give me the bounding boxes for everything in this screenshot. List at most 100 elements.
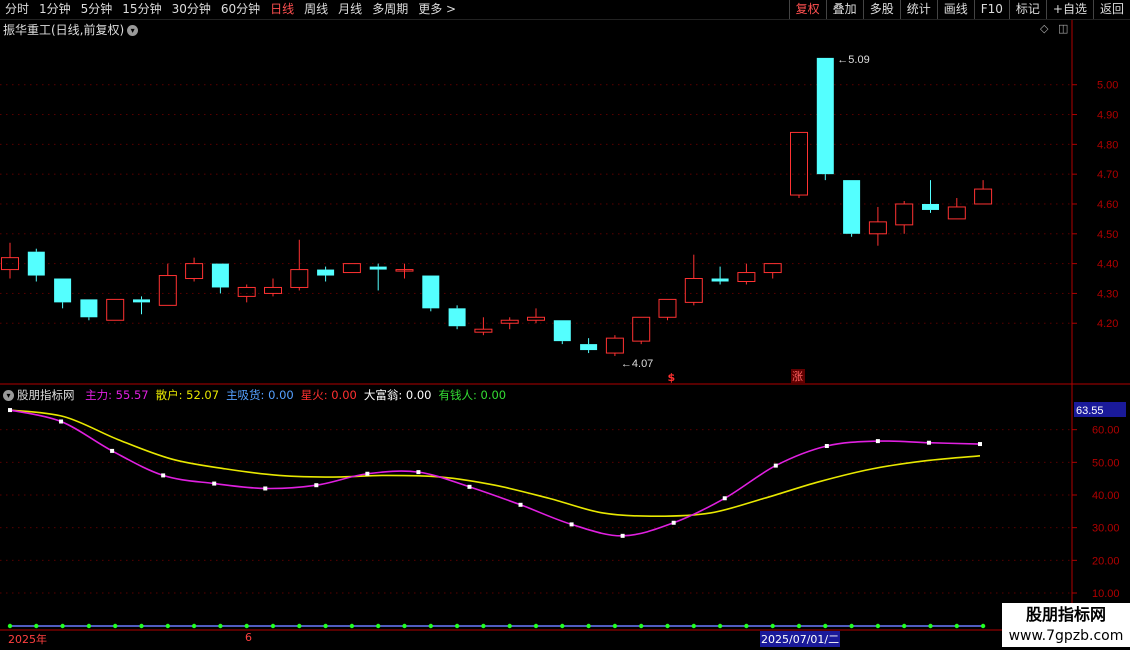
watermark-title: 股朋指标网	[1025, 605, 1106, 624]
signal-dollar: $	[668, 371, 676, 384]
signal-dot	[270, 623, 276, 629]
watermark-url: www.7gpzb.com	[1008, 628, 1124, 644]
signal-dot	[481, 623, 486, 629]
period-tab-10[interactable]: 更多 >	[413, 0, 461, 19]
candle-body	[317, 269, 335, 276]
main-force-point	[314, 483, 319, 488]
main-force-point	[926, 440, 931, 445]
main-force-point	[8, 408, 12, 413]
candle-body	[843, 180, 861, 234]
ind-tick-label: 10.00	[1092, 588, 1120, 600]
main-force-point	[620, 533, 625, 538]
action-button-5[interactable]: F10	[973, 0, 1009, 19]
signal-dot	[770, 623, 775, 629]
main-force-point	[59, 419, 64, 424]
candle-body	[632, 316, 651, 342]
site-watermark: 股朋指标网 www.7gpzb.com	[1002, 603, 1130, 647]
price-tick-label: 4.40	[1097, 259, 1118, 271]
signal-dot	[86, 623, 92, 629]
date-cursor: 2025/07/01/二	[760, 631, 841, 647]
price-tick-label: 5.00	[1097, 80, 1118, 92]
diamond-icon[interactable]: ◇	[1040, 22, 1048, 35]
candle-body	[500, 319, 519, 324]
price-tick-label: 4.70	[1097, 169, 1118, 181]
current-value: 63.55	[1076, 405, 1104, 417]
signal-dot	[612, 623, 618, 629]
indicator-param-1: 散户: 52.07	[155, 388, 220, 402]
period-tab-0[interactable]: 分时	[0, 0, 34, 19]
signal-dot	[691, 623, 696, 629]
kline-chart[interactable]: 5.00 4.90 4.80 4.70 4.60 4.50 4.40 4.30 4.20 ←5.0…	[0, 0, 1130, 650]
candle-body	[580, 344, 598, 351]
chart-title[interactable]: 振华重工(日线,前复权) ▾	[3, 21, 139, 38]
indicator-name: 股朋指标网	[17, 388, 75, 402]
price-tick-label: 4.50	[1097, 229, 1118, 241]
indicator-param-5: 有钱人: 0.00	[438, 388, 507, 402]
price-tick-label: 4.80	[1097, 139, 1118, 151]
action-button-1[interactable]: 叠加	[825, 0, 863, 19]
period-tab-7[interactable]: 周线	[299, 0, 333, 19]
panel-toggle-icon[interactable]: ◫	[1058, 22, 1068, 35]
period-tab-9[interactable]: 多周期	[367, 0, 413, 19]
main-force-point	[416, 470, 421, 475]
signal-dot	[639, 623, 644, 629]
period-tab-6[interactable]: 日线	[265, 0, 299, 19]
signal-dot	[376, 623, 381, 629]
action-button-4[interactable]: 画线	[936, 0, 974, 19]
min-price-label: ←4.07	[621, 358, 653, 370]
main-force-point	[161, 473, 166, 478]
period-tabs: 分时 1分钟 5分钟 15分钟 30分钟 60分钟 日线 周线 月线 多周期 更多 >	[0, 0, 461, 19]
main-force-point	[773, 463, 778, 468]
signal-dot	[902, 623, 907, 629]
signal-dot	[875, 623, 881, 629]
candle-body	[527, 316, 545, 321]
candle-body	[80, 299, 98, 318]
candle-body	[553, 320, 571, 342]
ind-tick-label: 60.00	[1092, 425, 1120, 437]
signal-dot	[586, 623, 591, 629]
action-button-3[interactable]: 统计	[899, 0, 937, 19]
candle-body	[448, 308, 466, 327]
indicator-param-4: 大富翁: 0.00	[363, 388, 432, 402]
main-force-point	[518, 502, 523, 507]
main-force-point	[978, 442, 982, 447]
signal-dot	[218, 623, 223, 629]
action-button-6[interactable]: 标记	[1008, 0, 1046, 19]
date-axis: 2025年 6 2025/07/01/二	[0, 631, 1002, 650]
price-tick-label: 4.30	[1097, 288, 1118, 300]
signal-dot	[796, 623, 802, 629]
signal-dot	[349, 623, 355, 629]
action-button-8[interactable]: 返回	[1092, 0, 1130, 19]
period-tab-5[interactable]: 60分钟	[216, 0, 265, 19]
period-tab-1[interactable]: 1分钟	[34, 0, 76, 19]
period-tab-2[interactable]: 5分钟	[76, 0, 118, 19]
panel-top-icons: ◇ ◫	[1040, 22, 1068, 35]
ind-tick-label: 20.00	[1092, 555, 1120, 567]
chevron-down-icon[interactable]: ▾	[3, 390, 14, 401]
period-tab-8[interactable]: 月线	[333, 0, 367, 19]
indicator-param-0: 主力: 55.57	[85, 388, 149, 402]
main-force-point	[722, 496, 727, 501]
current-value-box	[1074, 402, 1126, 417]
candle-body	[342, 263, 361, 274]
signal-dot	[7, 623, 13, 629]
candle-body	[133, 299, 150, 303]
date-mid: 6	[245, 631, 252, 644]
signal-dot	[717, 623, 723, 629]
period-tab-3[interactable]: 15分钟	[117, 0, 166, 19]
signal-dot	[560, 623, 565, 629]
candle-body	[922, 203, 939, 210]
candle-body	[27, 251, 45, 276]
action-button-7[interactable]: +自选	[1045, 0, 1093, 19]
signal-dot	[507, 623, 512, 629]
period-tab-4[interactable]: 30分钟	[167, 0, 216, 19]
signal-dot	[402, 623, 407, 629]
candle-body	[211, 263, 229, 288]
action-button-0[interactable]: 复权	[788, 0, 826, 19]
action-button-2[interactable]: 多股	[862, 0, 900, 19]
candle-body	[395, 269, 414, 272]
signal-dot	[980, 623, 986, 629]
chevron-down-icon[interactable]: ▾	[127, 25, 139, 36]
indicator-param-2: 主吸货: 0.00	[226, 388, 294, 402]
candle-body	[1, 257, 19, 271]
